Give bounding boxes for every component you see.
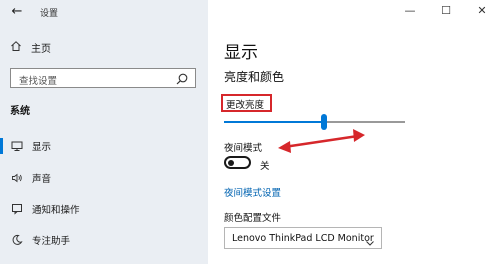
content-pane: — ☐ ✕ 显示 亮度和颜色 更改亮度 夜间模式 关 夜间模式设置 颜色配置文件… [208, 0, 500, 264]
sidebar-item-display[interactable]: 显示 [0, 134, 208, 158]
sidebar-item-home[interactable]: 主页 [10, 38, 51, 56]
sidebar-item-notifications[interactable]: 通知和操作 [0, 197, 208, 221]
active-indicator [0, 138, 3, 154]
sidebar-item-label: 通知和操作 [32, 205, 80, 216]
app-title: 设置 [40, 9, 59, 19]
search-input[interactable]: 查找设置 [10, 68, 196, 88]
sidebar: ← 设置 主页 查找设置 系统 显示 声音 通知和操作 专注助手 [0, 0, 208, 264]
sidebar-item-label: 声音 [32, 174, 52, 185]
moon-icon [11, 234, 23, 246]
sidebar-item-sound[interactable]: 声音 [0, 166, 208, 190]
search-placeholder: 查找设置 [19, 76, 58, 87]
search-icon[interactable] [175, 71, 189, 85]
home-icon [10, 40, 22, 55]
notification-icon [11, 203, 23, 215]
titlebar-left: ← 设置 [0, 0, 208, 26]
sidebar-item-label: 显示 [32, 142, 52, 153]
double-arrow-annotation [278, 129, 365, 153]
back-button[interactable]: ← [8, 3, 26, 21]
monitor-icon [11, 140, 23, 152]
annotation-arrows [278, 129, 365, 153]
sidebar-item-focus-assist[interactable]: 专注助手 [0, 228, 208, 252]
sidebar-item-label: 专注助手 [32, 236, 71, 247]
section-label-system: 系统 [10, 106, 30, 117]
speaker-icon [11, 172, 23, 184]
home-label: 主页 [31, 43, 51, 55]
